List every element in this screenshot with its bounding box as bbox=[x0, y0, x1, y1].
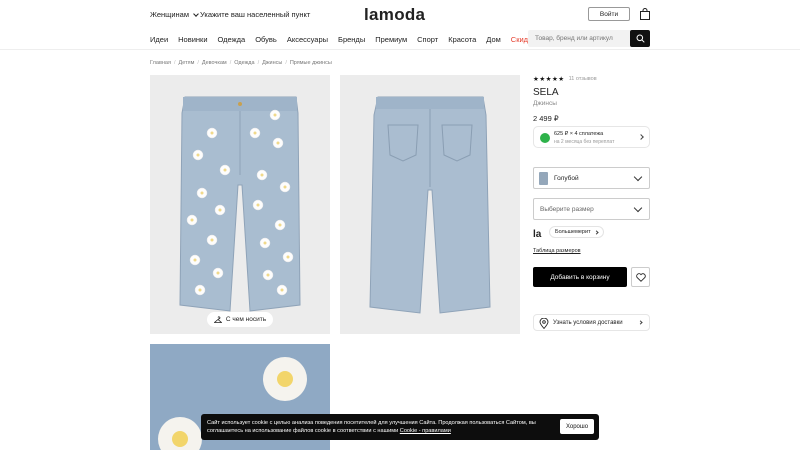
nav-item-ideas[interactable]: Идеи bbox=[150, 35, 168, 44]
size-table-link[interactable]: Таблица размеров bbox=[533, 248, 581, 254]
rating[interactable]: ★★★★★ 11 отзывов bbox=[533, 75, 597, 83]
breadcrumb-home[interactable]: Главная bbox=[150, 60, 171, 66]
login-button[interactable]: Войти bbox=[588, 7, 630, 21]
chevron-right-icon bbox=[593, 230, 599, 235]
nav-item-beauty[interactable]: Красота bbox=[448, 35, 476, 44]
chevron-right-icon bbox=[638, 134, 644, 140]
product-photo-front[interactable]: С чем носить bbox=[150, 75, 330, 334]
size-placeholder: Выберите размер bbox=[540, 206, 594, 213]
breadcrumb-separator: / bbox=[197, 60, 199, 66]
delivery-label: Узнать условия доставки bbox=[553, 320, 623, 326]
jeans-front-image bbox=[179, 96, 301, 312]
top-bar: Женщинам Укажите ваш населенный пункт la… bbox=[0, 0, 800, 28]
installment-offer[interactable]: 625 ₽ × 4 сплатежа на 2 месяца без переп… bbox=[533, 126, 650, 148]
nav-item-home[interactable]: Дом bbox=[486, 35, 501, 44]
cookie-accept-button[interactable]: Хорошо bbox=[560, 419, 594, 434]
nav-item-clothing[interactable]: Одежда bbox=[218, 35, 246, 44]
breadcrumb-separator: / bbox=[285, 60, 287, 66]
product-photo-back[interactable] bbox=[340, 75, 520, 334]
search-icon bbox=[636, 34, 645, 43]
chevron-down-icon bbox=[193, 10, 199, 17]
main-nav: Идеи Новинки Одежда Обувь Аксессуары Бре… bbox=[0, 28, 800, 50]
nav-item-premium[interactable]: Премиум bbox=[375, 35, 407, 44]
nav-item-new[interactable]: Новинки bbox=[178, 35, 207, 44]
cookie-text: Сайт использует cookie с целью анализа п… bbox=[207, 419, 547, 435]
search-input[interactable] bbox=[528, 30, 632, 47]
breadcrumb-girls[interactable]: Девочкам bbox=[202, 60, 227, 66]
lamoda-fit-icon: la bbox=[533, 229, 542, 240]
reviews-count[interactable]: 11 отзывов bbox=[569, 76, 597, 82]
hanger-icon bbox=[213, 315, 222, 323]
color-value: Голубой bbox=[554, 175, 579, 182]
product-price: 2 499 ₽ bbox=[533, 114, 559, 123]
cookie-message: Сайт использует cookie с целью анализа п… bbox=[207, 420, 536, 434]
favorite-button[interactable] bbox=[631, 267, 650, 287]
nav-item-brands[interactable]: Бренды bbox=[338, 35, 365, 44]
gender-label: Женщинам bbox=[150, 10, 189, 19]
installment-terms: на 2 месяца без переплат bbox=[554, 139, 615, 145]
location-pin-icon bbox=[539, 318, 549, 329]
installment-amount: 625 ₽ × 4 сплатежа bbox=[554, 131, 604, 137]
breadcrumb-kids[interactable]: Детям bbox=[178, 60, 194, 66]
what-to-wear-label: С чем носить bbox=[225, 316, 267, 323]
search-box bbox=[528, 30, 650, 47]
breadcrumb-separator: / bbox=[257, 60, 260, 66]
breadcrumb-straight-jeans[interactable]: Прямые джинсы bbox=[290, 60, 332, 66]
nav-item-sport[interactable]: Спорт bbox=[417, 35, 438, 44]
bag-icon[interactable] bbox=[640, 8, 650, 20]
chevron-down-icon bbox=[633, 172, 643, 182]
fit-badge-label: Большемерит bbox=[555, 229, 591, 235]
what-to-wear-button[interactable]: С чем носить bbox=[207, 312, 273, 327]
heart-icon bbox=[635, 272, 646, 282]
fit-badge[interactable]: Большемерит bbox=[549, 226, 604, 238]
nav-item-accessories[interactable]: Аксессуары bbox=[287, 35, 328, 44]
gender-selector[interactable]: Женщинам bbox=[150, 10, 199, 19]
breadcrumb-separator: / bbox=[229, 60, 232, 66]
chevron-right-icon bbox=[638, 320, 643, 325]
product-brand[interactable]: SELA bbox=[533, 87, 559, 98]
add-to-cart-button[interactable]: Добавить в корзину bbox=[533, 267, 627, 287]
product-type: Джинсы bbox=[533, 100, 557, 107]
logo[interactable]: lamoda bbox=[364, 5, 425, 25]
size-select[interactable]: Выберите размер bbox=[533, 198, 650, 220]
breadcrumb-jeans[interactable]: Джинсы bbox=[262, 60, 282, 66]
rating-stars: ★★★★★ bbox=[533, 76, 565, 83]
color-select[interactable]: Голубой bbox=[533, 167, 650, 189]
breadcrumb-separator: / bbox=[173, 60, 176, 66]
location-link[interactable]: Укажите ваш населенный пункт bbox=[200, 10, 310, 19]
breadcrumb-clothing[interactable]: Одежда bbox=[234, 60, 254, 66]
search-button[interactable] bbox=[630, 30, 650, 47]
jeans-back-image bbox=[369, 96, 491, 314]
nav-item-shoes[interactable]: Обувь bbox=[255, 35, 277, 44]
installment-icon bbox=[540, 133, 550, 143]
breadcrumb: Главная / Детям / Девочкам / Одежда / Джинсы… bbox=[150, 60, 332, 66]
cookie-policy-link[interactable]: Cookie - правилами bbox=[400, 428, 451, 434]
cookie-banner: Сайт использует cookie с целью анализа п… bbox=[201, 414, 599, 440]
nav-items: Идеи Новинки Одежда Обувь Аксессуары Бре… bbox=[150, 35, 536, 44]
chevron-down-icon bbox=[633, 203, 643, 213]
delivery-conditions[interactable]: Узнать условия доставки bbox=[533, 314, 650, 331]
color-swatch bbox=[539, 172, 548, 185]
